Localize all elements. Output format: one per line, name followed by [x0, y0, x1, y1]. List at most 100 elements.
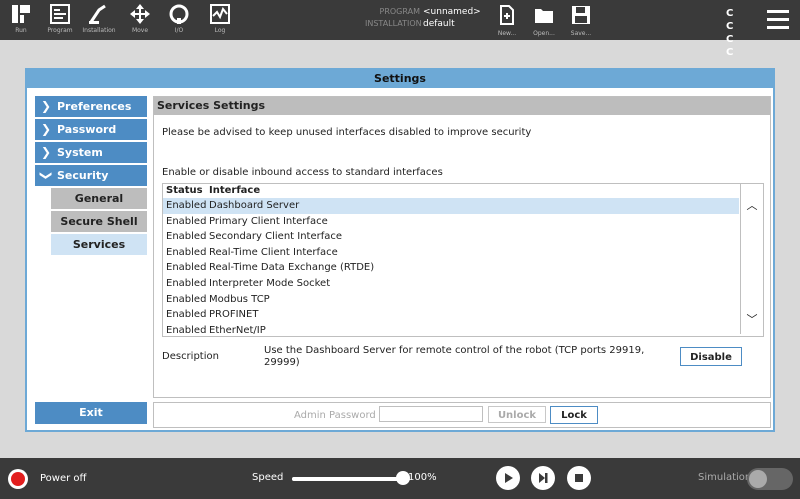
- admin-footer: Admin Password Unlock Lock: [153, 402, 771, 428]
- installation-icon: [89, 4, 106, 24]
- exit-button[interactable]: Exit: [35, 402, 147, 424]
- chevron-down-icon: ❯: [39, 170, 54, 181]
- sidebar-item-preferences[interactable]: ❯ Preferences: [35, 96, 147, 117]
- sidebar-item-system[interactable]: ❯ System: [35, 142, 147, 163]
- admin-password-input[interactable]: [379, 406, 483, 422]
- folder-icon: [535, 9, 553, 23]
- play-button[interactable]: [496, 466, 520, 490]
- row-status: Enabled: [166, 262, 207, 274]
- program-label: PROGRAM: [379, 7, 421, 16]
- step-button[interactable]: [531, 466, 555, 490]
- disable-button[interactable]: Disable: [680, 347, 742, 366]
- row-status: Enabled: [166, 200, 207, 211]
- new-file-icon: [500, 5, 514, 25]
- table-row[interactable]: Enabled Primary Client Interface: [163, 214, 739, 230]
- sidebar-item-security[interactable]: ❯ Security: [35, 165, 147, 186]
- speed-slider-track[interactable]: [292, 477, 402, 481]
- table-row[interactable]: Enabled Modbus TCP: [163, 292, 739, 308]
- program-labels: PROGRAM INSTALLATION: [365, 6, 422, 30]
- simulation-label: Simulation: [698, 472, 752, 483]
- row-interface: PROFINET: [209, 309, 259, 321]
- stop-icon: [575, 474, 583, 482]
- open-file-label: Open...: [533, 30, 555, 37]
- admin-password-label: Admin Password: [294, 410, 376, 421]
- header-interface: Interface: [209, 185, 261, 196]
- hamburger-menu-icon[interactable]: [767, 10, 789, 34]
- services-panel: Services Settings Please be advised to k…: [153, 96, 771, 398]
- settings-sidebar: ❯ Preferences ❯ Password ❯ System ❯ Security…: [35, 96, 147, 257]
- chevron-right-icon: ❯: [41, 122, 52, 136]
- enable-instructions: Enable or disable inbound access to stan…: [162, 167, 443, 178]
- sidebar-item-label: Preferences: [57, 100, 132, 113]
- table-row[interactable]: Enabled Interpreter Mode Socket: [163, 276, 739, 292]
- table-row[interactable]: Enabled EtherNet/IP: [163, 323, 739, 336]
- row-interface: Dashboard Server: [209, 200, 300, 211]
- stop-button[interactable]: [567, 466, 591, 490]
- save-file-button[interactable]: Save...: [566, 4, 596, 38]
- unlock-button[interactable]: Unlock: [488, 406, 546, 423]
- nav-program-label: Program: [47, 27, 73, 34]
- nav-installation[interactable]: Installation: [82, 2, 116, 40]
- services-title: Services Settings: [154, 97, 770, 115]
- nav-program[interactable]: Program: [43, 2, 77, 40]
- sidebar-item-password[interactable]: ❯ Password: [35, 119, 147, 140]
- step-icon: [539, 473, 548, 483]
- lock-button[interactable]: Lock: [550, 406, 598, 424]
- row-status: Enabled: [166, 215, 207, 227]
- nav-log-label: Log: [214, 27, 226, 34]
- installation-label: INSTALLATION: [365, 19, 422, 28]
- installation-value: default: [423, 19, 455, 29]
- description-text: Use the Dashboard Server for remote cont…: [264, 345, 645, 368]
- row-status: Enabled: [166, 309, 207, 321]
- move-icon: [130, 4, 150, 24]
- description-label: Description: [162, 351, 219, 362]
- nav-log[interactable]: Log: [203, 2, 237, 40]
- list-scrollbar[interactable]: ︿ ﹀: [740, 184, 763, 334]
- program-icon: [50, 4, 70, 24]
- table-row[interactable]: Enabled Secondary Client Interface: [163, 229, 739, 245]
- program-values: <unnamed> default: [423, 6, 481, 30]
- sidebar-subitem-secure-shell[interactable]: Secure Shell: [51, 211, 147, 232]
- chevron-up-icon[interactable]: ︿: [741, 196, 763, 216]
- ur-logo-icon: [12, 5, 30, 23]
- sidebar-subitem-services[interactable]: Services: [51, 234, 147, 255]
- sidebar-subitem-general[interactable]: General: [51, 188, 147, 209]
- sidebar-item-label: Password: [57, 123, 117, 136]
- row-status: Enabled: [166, 246, 207, 258]
- nav-run-label: Run: [15, 27, 27, 34]
- new-file-button[interactable]: New...: [492, 4, 522, 38]
- table-row[interactable]: Enabled Real-Time Data Exchange (RTDE): [163, 260, 739, 276]
- nav-io[interactable]: I/O: [162, 2, 196, 40]
- top-bar: Run Program Installation Move I/O Log PR…: [0, 0, 800, 58]
- row-status: Enabled: [166, 231, 207, 243]
- power-status-icon[interactable]: [8, 469, 28, 489]
- row-status: Enabled: [166, 293, 207, 305]
- simulation-toggle[interactable]: [747, 468, 793, 490]
- program-value: <unnamed>: [423, 7, 481, 17]
- nav-move[interactable]: Move: [123, 2, 157, 40]
- row-interface: Real-Time Client Interface: [209, 246, 338, 258]
- table-row[interactable]: Enabled Real-Time Client Interface: [163, 245, 739, 261]
- row-status: Enabled: [166, 277, 207, 289]
- row-interface: Real-Time Data Exchange (RTDE): [209, 262, 375, 274]
- speed-label: Speed: [252, 472, 284, 483]
- table-row[interactable]: Enabled PROFINET: [163, 307, 739, 323]
- row-interface: Modbus TCP: [209, 293, 270, 305]
- nav-run[interactable]: Run: [4, 2, 38, 40]
- settings-dialog: Settings ❯ Preferences ❯ Password ❯ System …: [25, 68, 775, 432]
- cc-logo: C C C C: [726, 8, 738, 58]
- row-interface: Primary Client Interface: [209, 215, 328, 227]
- sidebar-item-label: System: [57, 146, 103, 159]
- open-file-button[interactable]: Open...: [529, 4, 559, 38]
- chevron-down-icon[interactable]: ﹀: [741, 310, 763, 330]
- power-label[interactable]: Power off: [40, 473, 86, 484]
- row-interface: Interpreter Mode Socket: [209, 277, 331, 289]
- io-icon: [169, 4, 189, 24]
- speed-value: 100%: [408, 472, 437, 483]
- log-icon: [210, 4, 230, 24]
- new-file-label: New...: [497, 30, 517, 37]
- header-status: Status: [166, 185, 203, 196]
- services-list: Status Interface Enabled Dashboard Server …: [162, 183, 764, 337]
- table-row[interactable]: Enabled Dashboard Server: [163, 198, 739, 214]
- dialog-title: Settings: [27, 70, 773, 88]
